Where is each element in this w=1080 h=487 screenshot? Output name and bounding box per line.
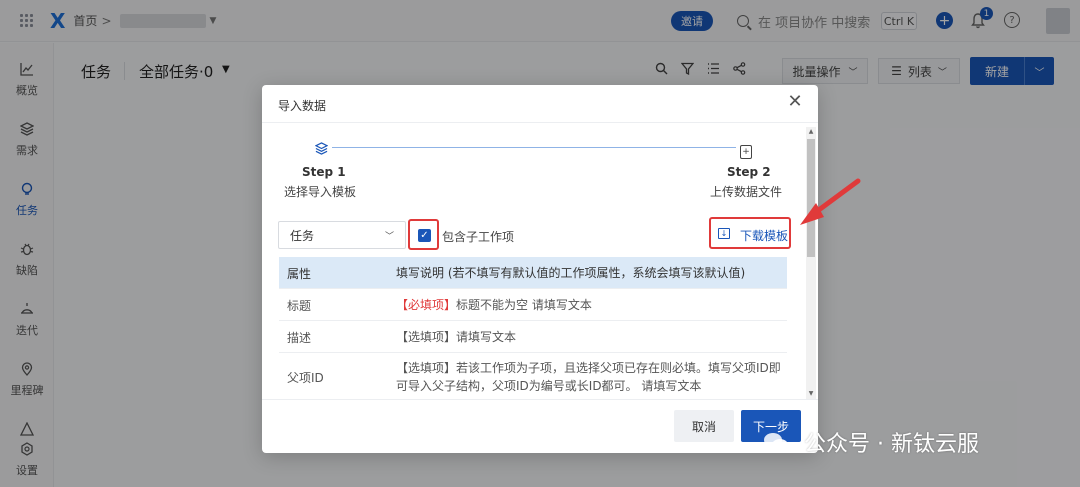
field-name: 标题 bbox=[287, 299, 312, 313]
selected-type: 任务 bbox=[290, 228, 315, 243]
dialog-header: 导入数据 ✕ bbox=[262, 85, 818, 123]
step1-description: 选择导入模板 bbox=[284, 185, 357, 199]
column-header-attribute: 属性 bbox=[287, 267, 312, 281]
cancel-button[interactable]: 取消 bbox=[674, 410, 734, 442]
wechat-logo-icon bbox=[764, 433, 788, 451]
import-data-dialog: 导入数据 ✕ + Step 1 选择导入模板 Step 2 上传数据文件 任务 … bbox=[262, 85, 818, 453]
dialog-title: 导入数据 bbox=[278, 99, 327, 113]
annotation-arrow-icon bbox=[800, 178, 861, 225]
template-fields-table: 属性 填写说明 (若不填写有默认值的工作项属性，系统会填写该默认值) 标题 【必… bbox=[279, 257, 787, 397]
field-description: 【选填项】请填写文本 bbox=[396, 330, 517, 344]
step2-label: Step 2 bbox=[727, 165, 771, 179]
watermark-text: 公众号 · 新钛云服 bbox=[804, 432, 979, 457]
include-subitems-checkbox[interactable]: ✓ bbox=[418, 229, 431, 242]
include-subitems-label[interactable]: 包含子工作项 bbox=[442, 228, 514, 245]
scroll-up-arrow-icon[interactable]: ▲ bbox=[806, 127, 816, 137]
download-icon[interactable]: ↓ bbox=[718, 228, 730, 239]
table-header-row: 属性 填写说明 (若不填写有默认值的工作项属性，系统会填写该默认值) bbox=[279, 257, 787, 289]
step2-description: 上传数据文件 bbox=[710, 185, 783, 199]
scroll-down-arrow-icon[interactable]: ▼ bbox=[806, 389, 816, 399]
step1-label: Step 1 bbox=[302, 165, 346, 179]
step-progress-line bbox=[332, 147, 736, 148]
close-icon[interactable]: ✕ bbox=[787, 93, 803, 111]
download-template-link[interactable]: 下载模板 bbox=[740, 227, 788, 244]
field-description: 【选填项】若该工作项为子项，且选择父项已存在则必填。填写父项ID即可导入父子结构… bbox=[396, 361, 781, 393]
watermark: 公众号 · 新钛云服 bbox=[762, 426, 979, 458]
work-item-type-select[interactable]: 任务 ﹀ bbox=[278, 221, 406, 249]
layers-icon bbox=[314, 141, 328, 155]
dialog-scrollbar[interactable]: ▲ ▼ bbox=[806, 127, 816, 399]
chevron-down-icon: ﹀ bbox=[384, 232, 394, 242]
table-row: 父项ID 【选填项】若该工作项为子项，且选择父项已存在则必填。填写父项ID即可导… bbox=[279, 353, 787, 397]
field-name: 描述 bbox=[287, 331, 312, 345]
dialog-footer: 取消 下一步 bbox=[262, 399, 818, 453]
column-header-description: 填写说明 (若不填写有默认值的工作项属性，系统会填写该默认值) bbox=[396, 266, 746, 280]
field-description-text: 标题不能为空 请填写文本 bbox=[456, 298, 592, 312]
field-description: 【必填项】标题不能为空 请填写文本 bbox=[396, 296, 781, 314]
table-row: 标题 【必填项】标题不能为空 请填写文本 bbox=[279, 289, 787, 321]
table-row: 描述 【选填项】请填写文本 bbox=[279, 321, 787, 353]
field-name: 父项ID bbox=[287, 371, 324, 385]
file-upload-icon: + bbox=[740, 145, 752, 159]
required-tag: 【必填项】 bbox=[396, 298, 457, 312]
